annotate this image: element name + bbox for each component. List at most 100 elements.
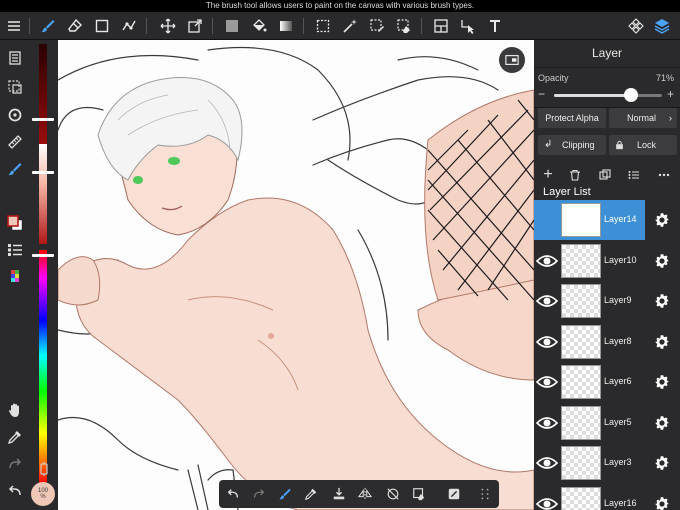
toolbar-divider [421, 18, 422, 34]
menu-icon[interactable] [3, 15, 25, 37]
layer-row[interactable]: Layer16 [534, 484, 680, 510]
lock-icon [615, 135, 624, 158]
clipping-button[interactable]: ↲ Clipping [538, 135, 606, 155]
visibility-eye-icon[interactable] [535, 414, 559, 432]
vector-tool-icon[interactable] [118, 15, 140, 37]
eyedropper-icon[interactable] [301, 484, 321, 504]
opacity-slider-thumb[interactable] [623, 88, 638, 102]
layer-row[interactable]: Layer8 [534, 322, 680, 362]
opacity-slider[interactable] [554, 88, 662, 102]
brush-opacity-knob[interactable] [32, 171, 54, 174]
hue-knob[interactable] [32, 254, 54, 257]
magic-wand-icon[interactable] [339, 15, 361, 37]
frame-divider-icon[interactable] [430, 15, 452, 37]
bucket-fill-icon[interactable] [248, 15, 270, 37]
ruler-icon[interactable] [4, 131, 26, 153]
undo-icon[interactable] [223, 484, 243, 504]
delete-layer-icon[interactable] [567, 167, 583, 183]
visibility-eye-icon[interactable] [535, 373, 559, 391]
text-tool-icon[interactable] [484, 15, 506, 37]
redo-icon[interactable] [249, 484, 269, 504]
brush-tool-icon[interactable] [37, 15, 59, 37]
redo-icon[interactable] [4, 453, 26, 475]
hue-slider[interactable] [39, 250, 47, 485]
fill-color-icon[interactable] [221, 15, 243, 37]
color-palette-list-icon[interactable] [4, 239, 26, 261]
bucket-fill-icon[interactable] [444, 484, 464, 504]
hand-tool-icon[interactable] [4, 399, 26, 421]
move-tool-icon[interactable] [157, 15, 179, 37]
select-rect-icon[interactable] [312, 15, 334, 37]
opacity-decrease-button[interactable]: − [538, 87, 545, 101]
zoom-badge[interactable]: 100 % [31, 482, 55, 506]
layer-row[interactable]: Layer5 [534, 403, 680, 443]
gear-icon[interactable] [653, 292, 671, 310]
brush-size-knob[interactable] [32, 118, 54, 121]
layer-name: Layer6 [604, 376, 632, 386]
layer-row[interactable]: Layer3 [534, 443, 680, 483]
gear-icon[interactable] [653, 495, 671, 510]
layer-list-header: Layer List [543, 186, 591, 198]
drawing-canvas[interactable] [58, 40, 534, 510]
flip-horizontal-icon[interactable] [355, 484, 375, 504]
clear-layer-icon[interactable] [409, 484, 429, 504]
protect-alpha-button[interactable]: Protect Alpha [538, 108, 606, 128]
add-layer-icon[interactable]: + [540, 166, 556, 183]
brush-quick-icon[interactable] [275, 484, 295, 504]
blend-mode-select[interactable]: Normal › [609, 108, 677, 128]
layers-panel-icon[interactable] [651, 15, 673, 37]
brush-settings-icon[interactable] [4, 158, 26, 180]
color-set-icon[interactable] [4, 266, 26, 288]
layer-menu-list-icon[interactable] [626, 167, 642, 183]
transform-tool-icon[interactable] [184, 15, 206, 37]
visibility-eye-icon[interactable] [535, 454, 559, 472]
visibility-eye-icon[interactable] [535, 495, 559, 510]
layer-row[interactable]: Layer9 [534, 281, 680, 321]
toolbar-divider [303, 18, 304, 34]
more-options-icon[interactable] [656, 167, 672, 183]
shape-tool-icon[interactable] [91, 15, 113, 37]
import-icon[interactable] [329, 484, 349, 504]
navigator-icon[interactable] [499, 47, 525, 73]
lock-button[interactable]: Lock [609, 135, 677, 155]
opacity-increase-button[interactable]: + [667, 87, 674, 101]
toolbar-divider [146, 18, 147, 34]
gradient-tool-icon[interactable] [275, 15, 297, 37]
visibility-eye-icon[interactable] [535, 292, 559, 310]
layer-list-icon[interactable] [4, 47, 26, 69]
gear-icon[interactable] [653, 454, 671, 472]
layer-row[interactable]: Layer10 [534, 241, 680, 281]
layer-row[interactable]: Layer14 [534, 200, 680, 240]
stabilizer-icon[interactable] [33, 458, 55, 480]
rotate-canvas-icon[interactable] [4, 104, 26, 126]
layer-name: Layer3 [604, 457, 632, 467]
layer-thumbnail [561, 203, 601, 237]
gear-icon[interactable] [653, 333, 671, 351]
layer-thumbnail [561, 365, 601, 399]
brush-opacity-slider[interactable] [39, 144, 47, 244]
gear-icon[interactable] [653, 373, 671, 391]
materials-icon[interactable] [625, 15, 647, 37]
left-sidebar [0, 40, 30, 510]
visibility-eye-icon[interactable] [535, 333, 559, 351]
gear-icon[interactable] [653, 414, 671, 432]
layer-thumbnail [561, 324, 601, 359]
layer-name: Layer8 [604, 335, 632, 346]
gear-icon[interactable] [653, 211, 671, 229]
visibility-eye-icon[interactable] [535, 252, 559, 270]
layer-row[interactable]: Layer6 [534, 362, 680, 402]
eraser-tool-icon[interactable] [64, 15, 86, 37]
select-arrow-icon[interactable] [457, 15, 479, 37]
select-pen-icon[interactable] [366, 15, 388, 37]
color-swatch-icon[interactable] [4, 212, 26, 234]
layer-thumbnail [561, 486, 601, 510]
layer-name: Layer16 [604, 497, 637, 508]
undo-icon[interactable] [4, 480, 26, 502]
gear-icon[interactable] [653, 252, 671, 270]
selection-layer-icon[interactable] [4, 76, 26, 98]
more-grid-icon[interactable] [475, 484, 495, 504]
select-eraser-icon[interactable] [393, 15, 415, 37]
eyedropper-icon[interactable] [4, 426, 26, 448]
rotate-reset-icon[interactable] [383, 484, 403, 504]
duplicate-layer-icon[interactable] [597, 167, 613, 183]
